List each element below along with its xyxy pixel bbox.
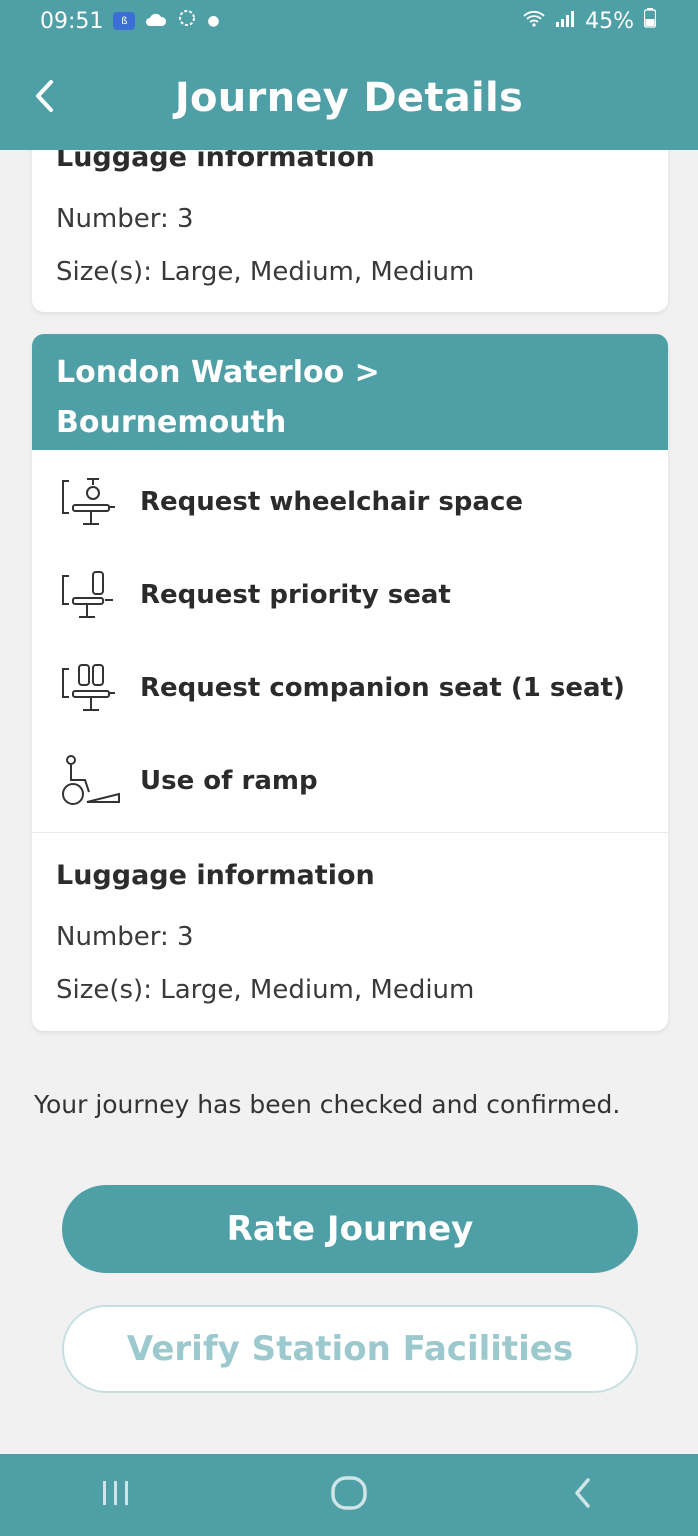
service-label: Request priority seat (140, 580, 451, 610)
priority-seat-icon (54, 563, 124, 627)
service-label: Request wheelchair space (140, 487, 524, 517)
route-from: London Waterloo > (56, 355, 380, 390)
divider (32, 832, 668, 833)
page-title: Journey Details (174, 75, 524, 121)
battery-icon (643, 8, 657, 34)
rate-journey-button[interactable]: Rate Journey (62, 1185, 638, 1273)
wheelchair-space-icon (54, 470, 124, 534)
service-label: Use of ramp (140, 766, 318, 796)
chevron-left-icon (570, 1476, 594, 1514)
home-icon (329, 1475, 369, 1515)
notification-app-icon: ß (113, 12, 136, 30)
ramp-icon (54, 749, 124, 813)
recent-apps-button[interactable] (76, 1465, 156, 1525)
luggage-number: Number: 3 (56, 922, 194, 952)
wifi-icon (523, 9, 545, 34)
status-bar: 09:51 ß ● 45% (0, 0, 698, 42)
route-header[interactable]: London Waterloo > Bournemouth (32, 334, 668, 450)
companion-seat-icon (54, 656, 124, 720)
recent-apps-icon (99, 1477, 133, 1513)
status-time: 09:51 (40, 8, 104, 34)
journey-leg-card: London Waterloo > Bournemouth Request wh… (32, 334, 668, 1031)
back-button[interactable] (22, 68, 66, 128)
notification-dot-icon: ● (207, 13, 220, 29)
service-row-priority: Request priority seat (32, 560, 668, 630)
system-back-button[interactable] (542, 1465, 622, 1525)
battery-level: 45% (585, 8, 634, 34)
luggage-number: Number: 3 (56, 204, 194, 234)
status-left: 09:51 ß ● (40, 8, 220, 34)
luggage-sizes: Size(s): Large, Medium, Medium (56, 975, 475, 1005)
sync-icon (177, 8, 197, 34)
top-header: 09:51 ß ● 45% Journey Details (0, 0, 698, 150)
route-to: Bournemouth (56, 405, 287, 440)
system-nav-bar (0, 1454, 698, 1536)
verify-station-facilities-button[interactable]: Verify Station Facilities (62, 1305, 638, 1393)
home-button[interactable] (309, 1465, 389, 1525)
service-label: Request companion seat (1 seat) (140, 673, 625, 703)
signal-icon (555, 9, 575, 34)
confirmation-text: Your journey has been checked and confir… (34, 1090, 621, 1119)
luggage-title: Luggage information (56, 860, 375, 891)
service-row-companion: Request companion seat (1 seat) (32, 653, 668, 723)
app-screen: Luggage information Number: 3 Size(s): L… (0, 0, 698, 1536)
cloud-icon (145, 9, 167, 34)
service-row-ramp: Use of ramp (32, 746, 668, 816)
luggage-sizes: Size(s): Large, Medium, Medium (56, 257, 475, 287)
app-bar: Journey Details (0, 50, 698, 146)
status-right: 45% (523, 8, 657, 34)
service-row-wheelchair: Request wheelchair space (32, 467, 668, 537)
chevron-left-icon (33, 79, 55, 117)
